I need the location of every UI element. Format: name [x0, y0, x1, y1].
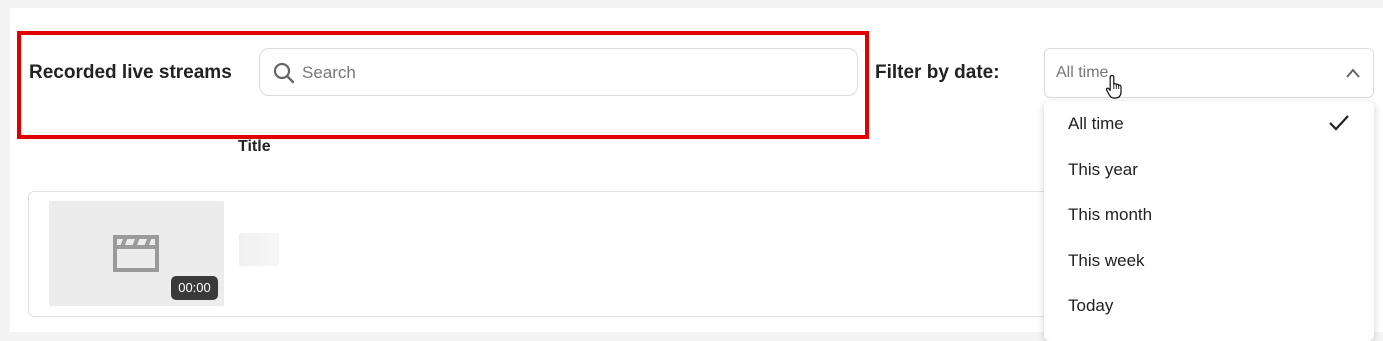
row-title-placeholder — [239, 233, 279, 266]
dropdown-option-this-week[interactable]: This week — [1044, 238, 1374, 283]
search-input[interactable] — [300, 59, 844, 87]
dropdown-option-all-time[interactable]: All time — [1044, 101, 1374, 146]
dropdown-option-label: This week — [1068, 251, 1145, 270]
column-header-title[interactable]: Title — [238, 138, 271, 156]
date-filter-value: All time — [1056, 64, 1109, 81]
dropdown-option-label: All time — [1068, 114, 1124, 133]
check-icon — [1329, 115, 1349, 131]
duration-badge: 00:00 — [171, 276, 218, 300]
section-title: Recorded live streams — [29, 62, 232, 83]
dropdown-option-today[interactable]: Today — [1044, 283, 1374, 328]
date-filter-select[interactable]: All time — [1044, 48, 1374, 98]
dropdown-option-this-month[interactable]: This month — [1044, 192, 1374, 237]
date-filter-dropdown: All time This year This month This week … — [1044, 101, 1374, 341]
search-box[interactable] — [259, 48, 858, 96]
dropdown-option-label: This month — [1068, 205, 1153, 224]
dropdown-option-this-year[interactable]: This year — [1044, 147, 1374, 192]
hand-pointer-icon — [1105, 74, 1122, 99]
dropdown-option-label: Today — [1068, 296, 1114, 315]
chevron-up-icon — [1346, 68, 1360, 78]
clapperboard-icon — [113, 235, 159, 272]
dropdown-option-label: This year — [1068, 160, 1138, 179]
filter-label: Filter by date: — [875, 62, 1000, 83]
search-icon — [273, 62, 295, 84]
